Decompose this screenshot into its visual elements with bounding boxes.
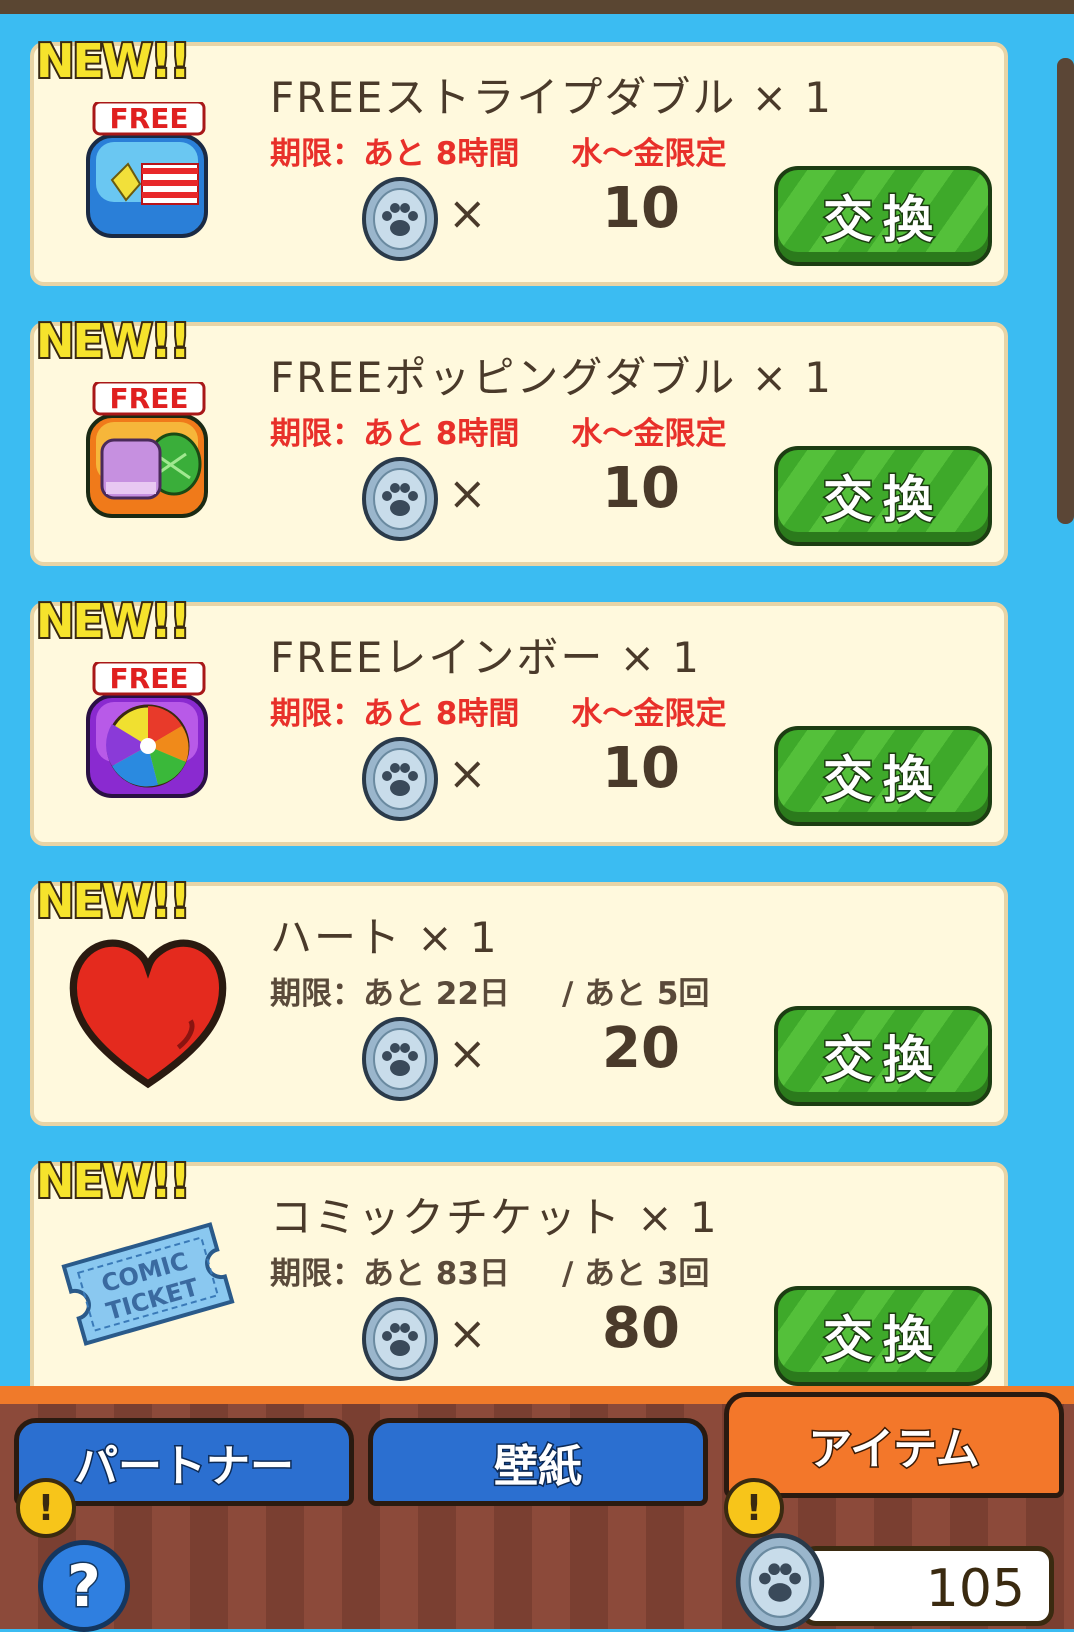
exchange-button[interactable]: 交換	[774, 726, 992, 826]
coin-balance-box: 105	[800, 1546, 1054, 1626]
tab-item[interactable]: アイテム	[724, 1392, 1064, 1498]
new-badge: NEW!!	[34, 1152, 193, 1210]
help-button[interactable]: ?	[38, 1540, 130, 1632]
paw-coin-icon	[362, 1017, 438, 1101]
item-limit: 期限：あと 22日 / あと 5回	[270, 968, 709, 1013]
limit-text: 期限：あと 8時間	[270, 416, 520, 452]
item-card: NEW!! FREE FREEストライプダブル × 1 期限：あと 8時間 水〜金…	[30, 32, 1008, 286]
item-title: ハート × 1	[270, 913, 499, 962]
item-limit: 期限：あと 8時間 水〜金限定	[270, 408, 726, 453]
alert-icon: !	[16, 1478, 76, 1538]
paw-coin-icon	[735, 1533, 825, 1631]
free-rainbow-icon: FREE	[86, 662, 208, 798]
item-title: FREEストライプダブル × 1	[270, 73, 834, 122]
item-title: FREEポッピングダブル × 1	[270, 353, 834, 402]
new-badge: NEW!!	[34, 872, 193, 930]
limit-text: 期限：あと 22日	[270, 976, 510, 1012]
item-card: NEW!! ハート × 1 期限：あと 22日 / あと 5回 × 20 交換	[30, 872, 1008, 1126]
exchange-label: 交換	[822, 1030, 943, 1091]
paw-coin-icon	[362, 1297, 438, 1381]
exchange-label: 交換	[822, 190, 943, 251]
exchange-label: 交換	[822, 1310, 943, 1371]
item-price: 10	[602, 736, 680, 801]
times-sign: ×	[448, 1306, 487, 1360]
item-card: NEW!! COMIC TICKET コミックチケット × 1 期限：あと 83…	[30, 1152, 1008, 1394]
times-sign: ×	[448, 1026, 487, 1080]
comic-ticket-icon: COMIC TICKET	[61, 1222, 235, 1346]
new-badge: NEW!!	[34, 312, 193, 370]
tab-partner-label: パートナー	[73, 1440, 296, 1494]
tab-wallpaper-label: 壁紙	[493, 1440, 584, 1494]
free-label: FREE	[110, 102, 189, 135]
new-badge: NEW!!	[34, 592, 193, 650]
item-card: NEW!! FREE FREEポッピングダブル × 1 期限：あと 8時間 水〜金…	[30, 312, 1008, 566]
alert-icon: !	[724, 1478, 784, 1538]
heart-icon	[69, 939, 227, 1089]
paw-coin-icon	[362, 737, 438, 821]
item-price: 10	[602, 456, 680, 521]
limit-extra: / あと 3回	[561, 1256, 710, 1292]
coin-balance: 105	[925, 1559, 1025, 1619]
exchange-label: 交換	[822, 750, 943, 811]
tab-item-label: アイテム	[807, 1423, 982, 1477]
free-striped-icon: FREE	[86, 102, 208, 238]
limit-extra: 水〜金限定	[571, 416, 727, 452]
item-list: NEW!! FREE FREEストライプダブル × 1 期限：あと 8時間水〜金…	[0, 14, 1074, 1394]
times-sign: ×	[448, 186, 487, 240]
limit-extra: 水〜金限定	[571, 136, 727, 172]
top-bar	[0, 0, 1074, 14]
free-label: FREE	[110, 382, 189, 415]
free-label: FREE	[110, 662, 189, 695]
tab-wallpaper[interactable]: 壁紙	[368, 1418, 708, 1506]
free-popping-icon: FREE	[86, 382, 208, 518]
item-price: 10	[602, 176, 680, 241]
exchange-button[interactable]: 交換	[774, 446, 992, 546]
limit-extra: 水〜金限定	[571, 696, 727, 732]
exchange-button[interactable]: 交換	[774, 1286, 992, 1386]
exchange-button[interactable]: 交換	[774, 166, 992, 266]
item-price: 80	[602, 1296, 680, 1361]
paw-coin-icon	[362, 457, 438, 541]
item-limit: 期限：あと 8時間 水〜金限定	[270, 688, 726, 733]
limit-extra: / あと 5回	[561, 976, 710, 1012]
item-card: NEW!! FREE FREEレインボー × 1 期限：あと 8時間 水〜金限定 …	[30, 592, 1008, 846]
times-sign: ×	[448, 746, 487, 800]
limit-text: 期限：あと 8時間	[270, 136, 520, 172]
item-title: コミックチケット × 1	[270, 1193, 719, 1242]
limit-text: 期限：あと 83日	[270, 1256, 510, 1292]
item-limit: 期限：あと 8時間 水〜金限定	[270, 128, 726, 173]
exchange-button[interactable]: 交換	[774, 1006, 992, 1106]
item-price: 20	[602, 1016, 680, 1081]
exchange-label: 交換	[822, 470, 943, 531]
times-sign: ×	[448, 466, 487, 520]
item-title: FREEレインボー × 1	[270, 633, 702, 682]
item-limit: 期限：あと 83日 / あと 3回	[270, 1248, 709, 1293]
limit-text: 期限：あと 8時間	[270, 696, 520, 732]
new-badge: NEW!!	[34, 32, 193, 90]
scrollbar[interactable]	[1057, 58, 1074, 524]
paw-coin-icon	[362, 177, 438, 261]
